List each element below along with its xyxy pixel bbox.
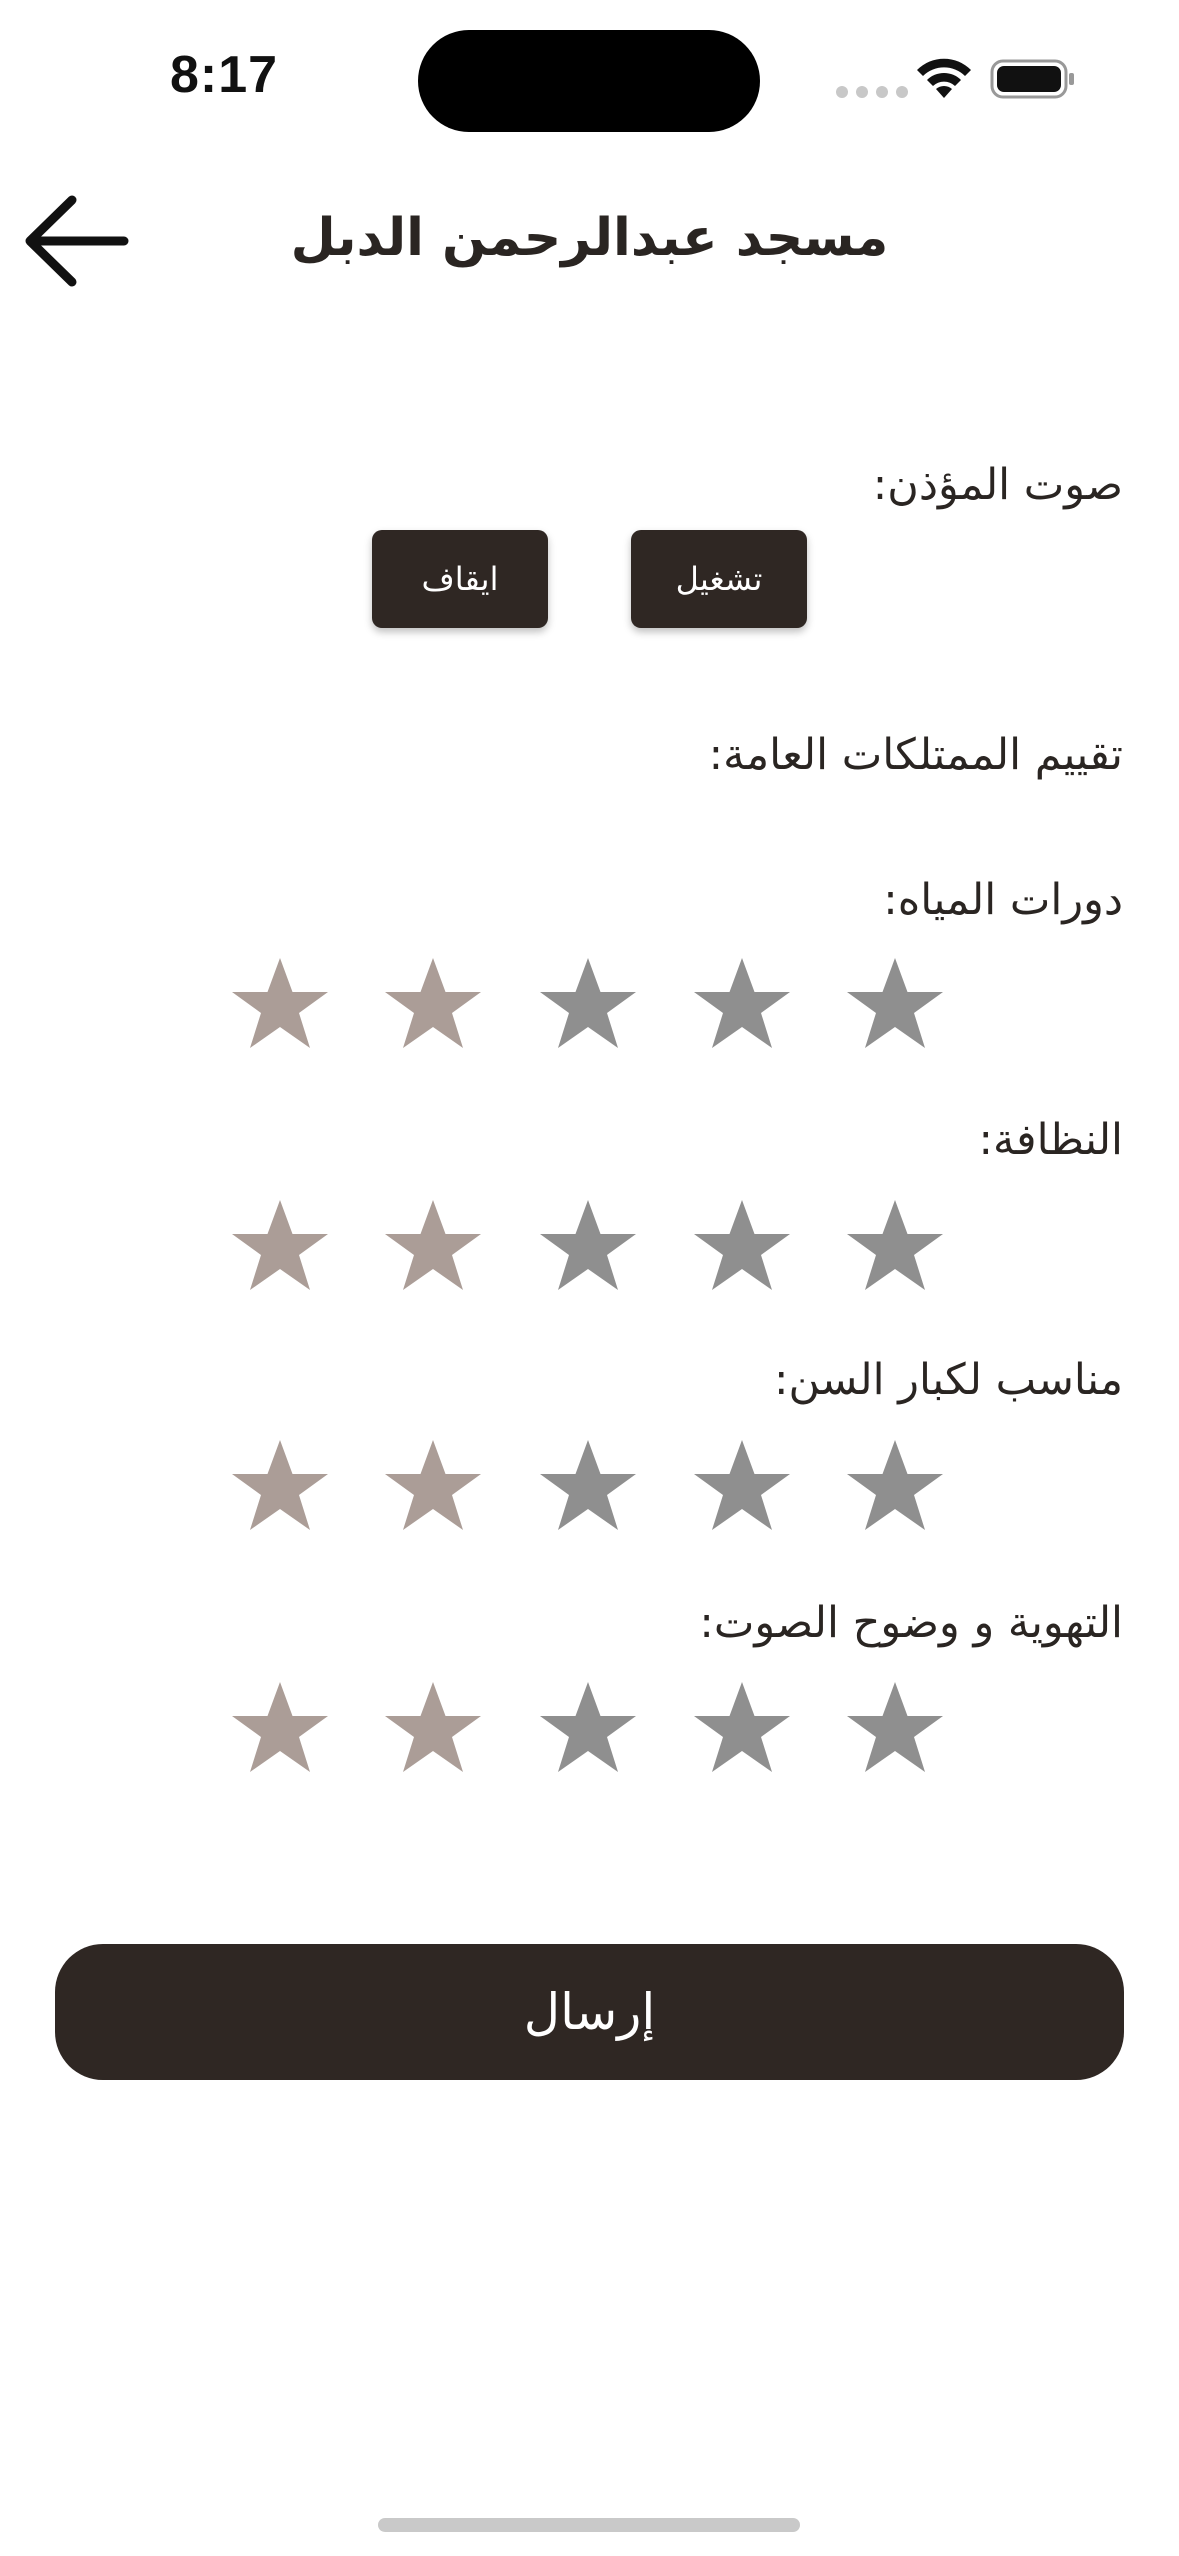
star-icon[interactable]: [690, 954, 794, 1058]
star-icon[interactable]: [381, 1436, 485, 1540]
star-icon[interactable]: [381, 1196, 485, 1300]
status-bar: 8:17: [0, 0, 1179, 150]
page-title: مسجد عبدالرحمن الدبل: [290, 208, 889, 268]
rating-label-cleanliness: النظافة:: [978, 1115, 1124, 1165]
star-icon[interactable]: [536, 1678, 640, 1782]
wifi-icon: [915, 58, 973, 102]
home-indicator[interactable]: [378, 2518, 800, 2532]
star-rating-cleanliness: [0, 1196, 1179, 1306]
rating-label-ventilation: التهوية و وضوح الصوت:: [699, 1598, 1123, 1648]
star-rating-elderly: [0, 1436, 1179, 1546]
star-icon[interactable]: [843, 1196, 947, 1300]
star-icon[interactable]: [843, 954, 947, 1058]
cellular-signal-icon: [836, 86, 908, 98]
stop-button[interactable]: ايقاف: [372, 530, 548, 628]
star-icon[interactable]: [536, 954, 640, 1058]
muezzin-voice-label: صوت المؤذن:: [872, 460, 1123, 510]
header: مسجد عبدالرحمن الدبل: [0, 180, 1179, 300]
star-icon[interactable]: [843, 1678, 947, 1782]
star-icon[interactable]: [690, 1678, 794, 1782]
dynamic-island: [418, 30, 760, 132]
battery-icon: [990, 58, 1076, 100]
ratings-heading: تقييم الممتلكات العامة:: [708, 730, 1123, 780]
star-icon[interactable]: [536, 1436, 640, 1540]
star-rating-ventilation: [0, 1678, 1179, 1788]
star-icon[interactable]: [536, 1196, 640, 1300]
star-icon[interactable]: [228, 1196, 332, 1300]
star-icon[interactable]: [228, 954, 332, 1058]
star-icon[interactable]: [381, 1678, 485, 1782]
star-icon[interactable]: [228, 1678, 332, 1782]
star-rating-restrooms: [0, 954, 1179, 1064]
star-icon[interactable]: [843, 1436, 947, 1540]
play-button[interactable]: تشغيل: [631, 530, 807, 628]
star-icon[interactable]: [381, 954, 485, 1058]
star-icon[interactable]: [228, 1436, 332, 1540]
back-button[interactable]: [20, 186, 132, 296]
rating-label-elderly: مناسب لكبار السن:: [773, 1355, 1123, 1405]
star-icon[interactable]: [690, 1196, 794, 1300]
submit-button[interactable]: إرسال: [55, 1944, 1124, 2080]
star-icon[interactable]: [690, 1436, 794, 1540]
status-time: 8:17: [170, 46, 279, 104]
arrow-left-icon: [25, 195, 129, 287]
rating-label-restrooms: دورات المياه:: [883, 875, 1123, 925]
